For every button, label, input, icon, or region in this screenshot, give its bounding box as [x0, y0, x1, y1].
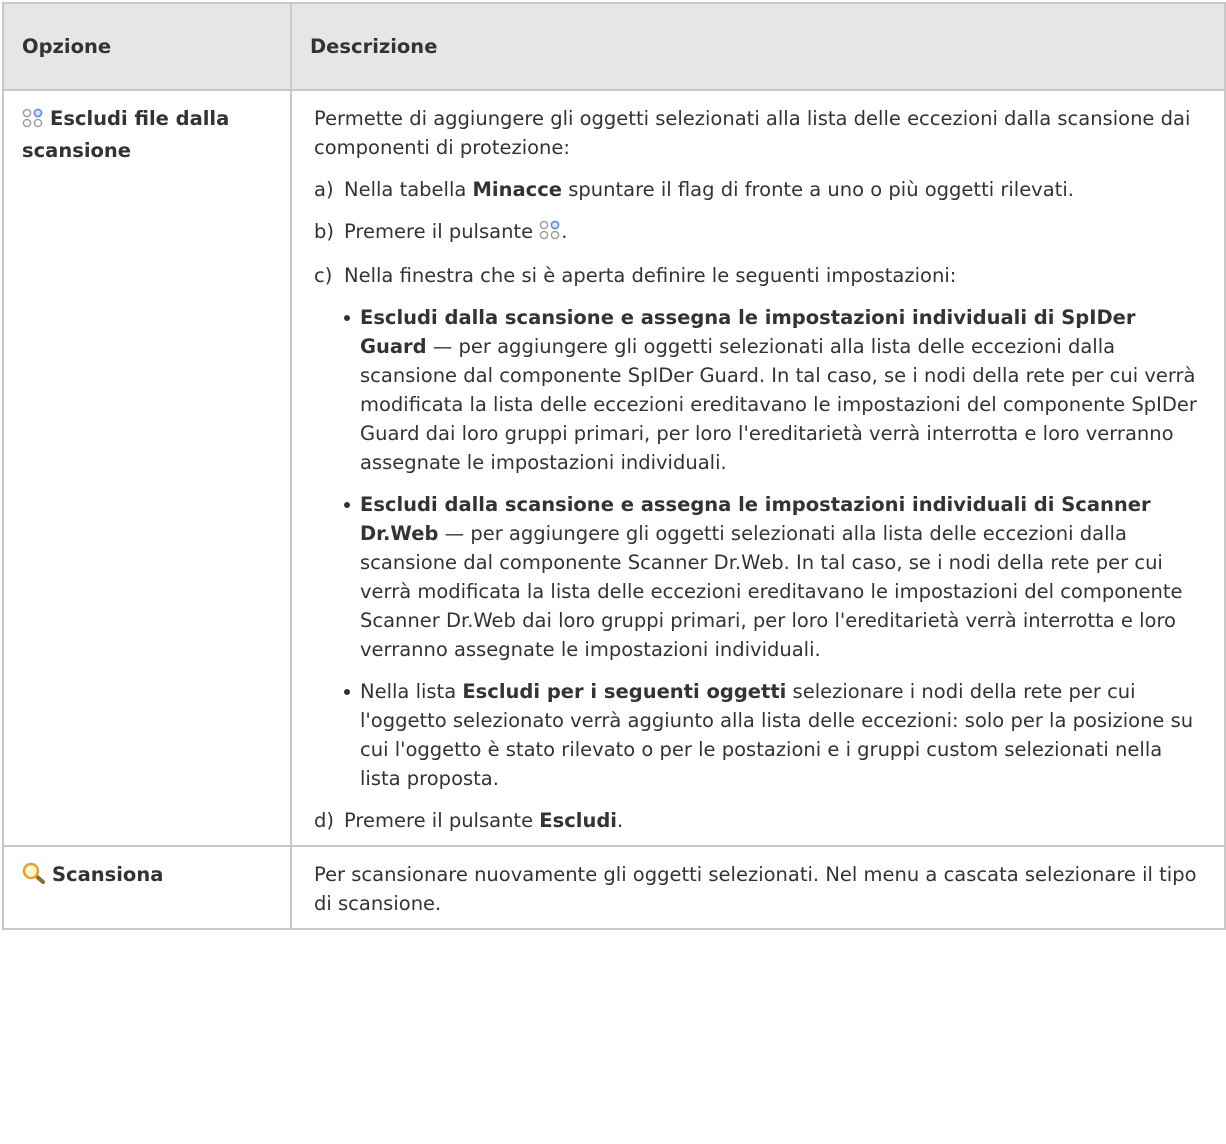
setting-title: Escludi per i seguenti oggetti	[462, 680, 787, 703]
step-text: spuntare il flag di fronte a uno o più o…	[562, 178, 1074, 201]
steps-list: a) Nella tabella Minacce spuntare il fla…	[314, 175, 1204, 835]
step-a: a) Nella tabella Minacce spuntare il fla…	[314, 175, 1204, 204]
description-text: Per scansionare nuovamente gli oggetti s…	[314, 863, 1197, 915]
setting-scanner: Escludi dalla scansione e assegna le imp…	[344, 490, 1204, 664]
setting-text: — per aggiungere gli oggetti selezionati…	[360, 335, 1197, 474]
step-d: d) Premere il pulsante Escludi.	[314, 806, 1204, 835]
setting-spider-guard: Escludi dalla scansione e assegna le imp…	[344, 303, 1204, 477]
table-row: Scansiona Per scansionare nuovamente gli…	[2, 845, 1226, 930]
step-marker: a)	[314, 178, 334, 201]
exclude-button-label: Escludi	[539, 809, 617, 832]
intro-text: Permette di aggiungere gli oggetti selez…	[314, 107, 1191, 159]
option-label: Escludi file dalla scansione	[22, 107, 230, 162]
settings-list: Escludi dalla scansione e assegna le imp…	[344, 303, 1204, 793]
step-text: Premere il pulsante	[344, 809, 540, 832]
setting-text: Nella lista	[360, 680, 463, 703]
exclude-button-icon	[539, 219, 561, 248]
step-text: Nella tabella	[344, 178, 473, 201]
step-marker: c)	[314, 264, 333, 287]
option-cell-scan: Scansiona	[2, 845, 292, 930]
setting-exclude-for: Nella lista Escludi per i seguenti ogget…	[344, 677, 1204, 793]
step-marker: d)	[314, 809, 334, 832]
step-text: Nella finestra che si è aperta definire …	[344, 264, 957, 287]
step-text: Premere il pulsante	[344, 220, 540, 243]
header-description: Descrizione	[290, 2, 1226, 91]
options-table: Opzione Descrizione Escludi file dalla s…	[2, 2, 1226, 930]
step-text: .	[616, 809, 624, 832]
setting-text: — per aggiungere gli oggetti selezionati…	[360, 522, 1183, 661]
option-cell-exclude: Escludi file dalla scansione	[2, 89, 292, 847]
option-label: Scansiona	[52, 863, 164, 886]
step-c: c) Nella finestra che si è aperta defini…	[314, 261, 1204, 793]
exclude-scan-icon	[22, 107, 44, 136]
table-header-row: Opzione Descrizione	[2, 2, 1226, 91]
description-cell-exclude: Permette di aggiungere gli oggetti selez…	[290, 89, 1226, 847]
step-text: .	[561, 220, 568, 243]
threats-table-label: Minacce	[472, 178, 563, 201]
table-row: Escludi file dalla scansione Permette di…	[2, 89, 1226, 847]
header-option: Opzione	[2, 2, 292, 91]
step-marker: b)	[314, 220, 334, 243]
step-b: b) Premere il pulsante .	[314, 217, 1204, 248]
magnifier-scan-icon	[22, 862, 46, 892]
description-cell-scan: Per scansionare nuovamente gli oggetti s…	[290, 845, 1226, 930]
